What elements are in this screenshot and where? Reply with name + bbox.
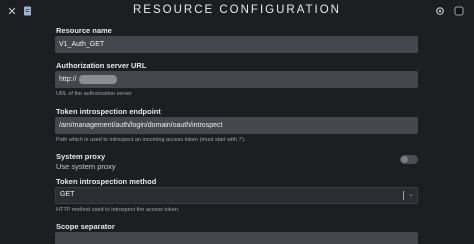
authorization-server-url-help: URL of the authorization server (56, 91, 132, 97)
top-bar: ✕ RESOURCE CONFIGURATION (0, 0, 474, 24)
select-separator (403, 191, 404, 200)
scope-separator-label: Scope separator (56, 222, 115, 231)
toggle-knob (401, 156, 408, 163)
token-introspection-endpoint-input[interactable]: /am/management/auth/login/domain/oauth/i… (55, 117, 418, 134)
system-proxy-toggle[interactable] (400, 155, 418, 164)
authorization-server-url-value: http:// (59, 76, 77, 83)
scope-separator-input[interactable] (55, 232, 418, 244)
token-introspection-method-value: GET (60, 191, 75, 198)
token-introspection-endpoint-help: Path which is used to introspect an inco… (56, 137, 246, 143)
system-proxy-description: Use system proxy (56, 162, 116, 171)
resource-name-input[interactable]: V1_Auth_GET (55, 36, 418, 53)
chevron-down-icon[interactable]: ⌄ (408, 190, 414, 198)
gear-icon[interactable] (432, 3, 448, 19)
authorization-server-url-label: Authorization server URL (56, 61, 147, 70)
authorization-server-url-input[interactable]: http:// (55, 71, 418, 88)
redacted-host (78, 75, 117, 84)
token-introspection-endpoint-value: /am/management/auth/login/domain/oauth/i… (59, 122, 223, 129)
token-introspection-method-select[interactable]: GET ⌄ (55, 187, 418, 204)
page-title: RESOURCE CONFIGURATION (133, 4, 341, 16)
token-introspection-method-label: Token introspection method (56, 177, 157, 186)
token-introspection-endpoint-label: Token introspection endpoint (56, 107, 161, 116)
dark-mode-icon[interactable] (451, 3, 467, 19)
resource-configuration-window: ✕ RESOURCE CONFIGURATION Resource name V… (0, 0, 474, 244)
system-proxy-label: System proxy (56, 152, 106, 161)
resource-name-label: Resource name (56, 26, 112, 35)
resource-name-value: V1_Auth_GET (59, 41, 105, 48)
token-introspection-method-help: HTTP method used to introspect the acces… (56, 207, 180, 213)
